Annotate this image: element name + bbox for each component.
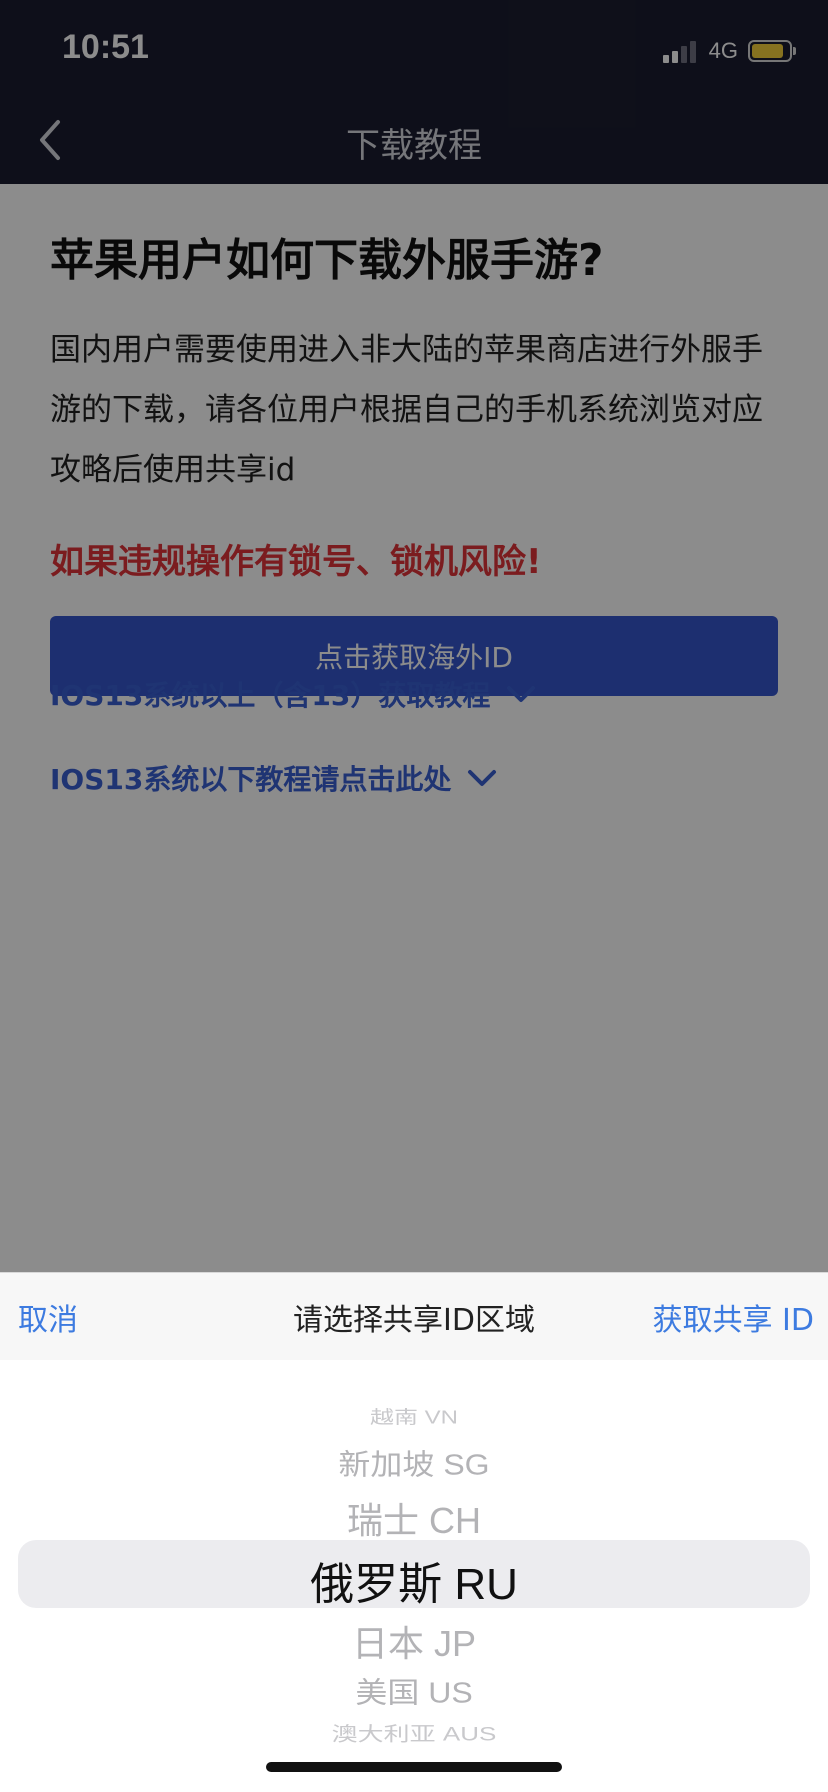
picker-toolbar: 取消 请选择共享ID区域 获取共享 ID (0, 1272, 828, 1361)
picker-item[interactable]: 日本 JP (0, 1615, 828, 1667)
picker-item[interactable]: 澳大利亚 AUS (0, 1719, 828, 1747)
picker-item[interactable]: 美国 US (0, 1670, 828, 1711)
screen: 苹果用户如何下载外服手游? 国内用户需要使用进入非大陆的苹果商店进行外服手游的下… (0, 0, 828, 1792)
picker-item[interactable]: 越南 VN (0, 1402, 828, 1428)
picker-item[interactable]: 新加坡 SG (0, 1442, 828, 1483)
picker-item-selected[interactable]: 俄罗斯 RU (0, 1548, 828, 1612)
picker-item[interactable]: 瑞士 CH (0, 1492, 828, 1544)
region-picker-wheel[interactable]: 越南 VN 新加坡 SG 瑞士 CH 俄罗斯 RU 日本 JP 美国 US 澳大… (0, 1360, 828, 1792)
get-shared-id-button[interactable]: 获取共享 ID (653, 1295, 814, 1339)
modal-overlay[interactable] (0, 0, 828, 1272)
home-indicator (266, 1762, 562, 1772)
